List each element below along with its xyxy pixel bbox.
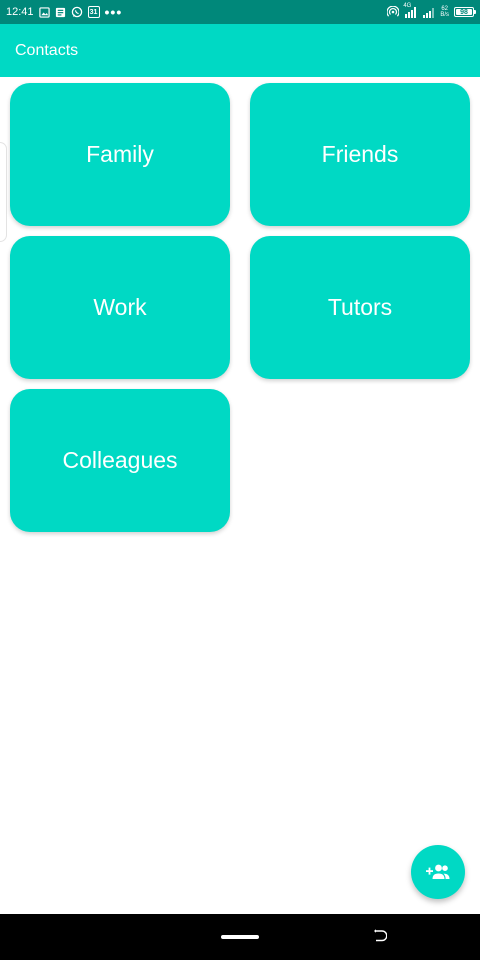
net-speed-unit: B/s [440,12,449,18]
net-speed: 62 B/s [440,6,449,18]
signal-icon: 4G [403,3,417,18]
back-icon[interactable] [373,929,388,948]
group-card-label: Friends [321,141,399,167]
group-card-friends[interactable]: Friends [250,83,470,226]
system-nav-bar [0,914,480,960]
add-group-icon [426,863,450,881]
battery-level: 98 [460,8,468,16]
group-card-tutors[interactable]: Tutors [250,236,470,379]
news-icon [55,7,66,18]
status-left: 12:41 31 ••• [6,4,123,20]
status-right: 4G 62 B/s 98 [387,3,476,18]
group-card-label: Work [93,294,147,320]
whatsapp-icon [71,6,83,18]
group-card-colleagues[interactable]: Colleagues [10,389,230,532]
group-card-label: Family [86,141,154,167]
signal-icon-2 [422,7,435,18]
app-bar: Contacts [0,24,480,77]
battery-icon: 98 [454,7,476,17]
hotspot-icon [387,6,400,18]
edge-panel-handle[interactable] [0,142,7,242]
group-card-label: Colleagues [62,447,178,473]
more-icon: ••• [104,4,123,20]
network-type: 4G [403,2,412,9]
group-card-work[interactable]: Work [10,236,230,379]
add-group-button[interactable] [411,845,465,899]
group-card-family[interactable]: Family [10,83,230,226]
home-gesture-bar[interactable] [221,935,259,939]
group-card-label: Tutors [327,294,393,320]
group-grid: Family Friends Work Tutors Colleagues [10,83,470,532]
status-time: 12:41 [6,6,34,18]
gallery-icon [38,6,50,18]
page-title: Contacts [15,41,79,59]
calendar-icon: 31 [87,6,100,18]
status-bar: 12:41 31 ••• 4G 62 B/s 98 [0,0,480,24]
